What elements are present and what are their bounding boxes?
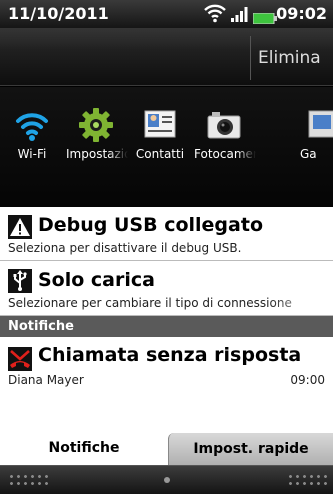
wifi-signal-icon bbox=[203, 3, 227, 27]
toggle-label: Ga bbox=[300, 147, 317, 161]
cell-signal-icon bbox=[231, 5, 249, 27]
toggle-label: Impostazioni bbox=[66, 147, 128, 161]
notification-time: 09:00 bbox=[290, 373, 325, 387]
drag-handle[interactable] bbox=[0, 465, 333, 494]
grip-left-icon bbox=[8, 473, 48, 487]
camera-icon bbox=[204, 105, 244, 145]
toggle-label: Fotocamera bbox=[194, 147, 256, 161]
notification-title: Solo carica bbox=[38, 269, 155, 291]
status-icons bbox=[203, 3, 277, 25]
caller-name: Diana Mayer bbox=[8, 373, 84, 387]
missed-call-icon bbox=[8, 347, 32, 371]
notifications-section-header: Notifiche bbox=[0, 316, 333, 337]
status-date: 11/10/2011 bbox=[8, 4, 109, 23]
tab-quick-settings[interactable]: Impost. rapide bbox=[168, 433, 333, 465]
notification-action-bar: Elimina bbox=[0, 28, 333, 86]
grip-right-icon bbox=[287, 473, 327, 487]
contacts-icon bbox=[140, 105, 180, 145]
panel-tabs: Notifiche Impost. rapide bbox=[0, 431, 333, 465]
settings-gear-icon bbox=[76, 105, 116, 145]
wifi-icon bbox=[12, 105, 52, 145]
toggle-contacts[interactable]: Contatti bbox=[128, 105, 192, 195]
notification-title: Debug USB collegato bbox=[38, 214, 263, 236]
toggle-label: Contatti bbox=[135, 147, 185, 161]
notification-charging[interactable]: Solo carica Selezionare per cambiare il … bbox=[0, 261, 333, 316]
notification-usb-debug[interactable]: Debug USB collegato Seleziona per disatt… bbox=[0, 207, 333, 261]
divider bbox=[250, 36, 251, 80]
quick-toggles-row: Wi-Fi Impostazioni bbox=[0, 87, 333, 207]
gallery-icon bbox=[302, 105, 333, 145]
notification-subtitle: Seleziona per disattivare il debug USB. bbox=[8, 241, 242, 255]
toggle-label: Wi-Fi bbox=[17, 147, 47, 161]
notification-title: Chiamata senza risposta bbox=[38, 344, 302, 366]
tab-notifications[interactable]: Notifiche bbox=[0, 431, 168, 465]
toggle-camera[interactable]: Fotocamera bbox=[192, 105, 256, 195]
toggle-gallery[interactable]: Ga bbox=[298, 105, 333, 195]
usb-icon bbox=[8, 269, 32, 293]
battery-icon bbox=[252, 9, 277, 28]
handle-dot bbox=[164, 477, 170, 483]
toggle-wifi[interactable]: Wi-Fi bbox=[0, 105, 64, 195]
clear-all-button[interactable]: Elimina bbox=[258, 48, 321, 68]
notification-missed-call[interactable]: Chiamata senza risposta Diana Mayer 09:0… bbox=[0, 337, 333, 431]
status-time: 09:02 bbox=[276, 4, 327, 23]
notification-subtitle: Selezionare per cambiare il tipo di conn… bbox=[8, 296, 292, 310]
warning-icon bbox=[8, 215, 32, 239]
toggle-settings[interactable]: Impostazioni bbox=[64, 105, 128, 195]
status-bar: 11/10/2011 09:02 bbox=[0, 0, 333, 28]
